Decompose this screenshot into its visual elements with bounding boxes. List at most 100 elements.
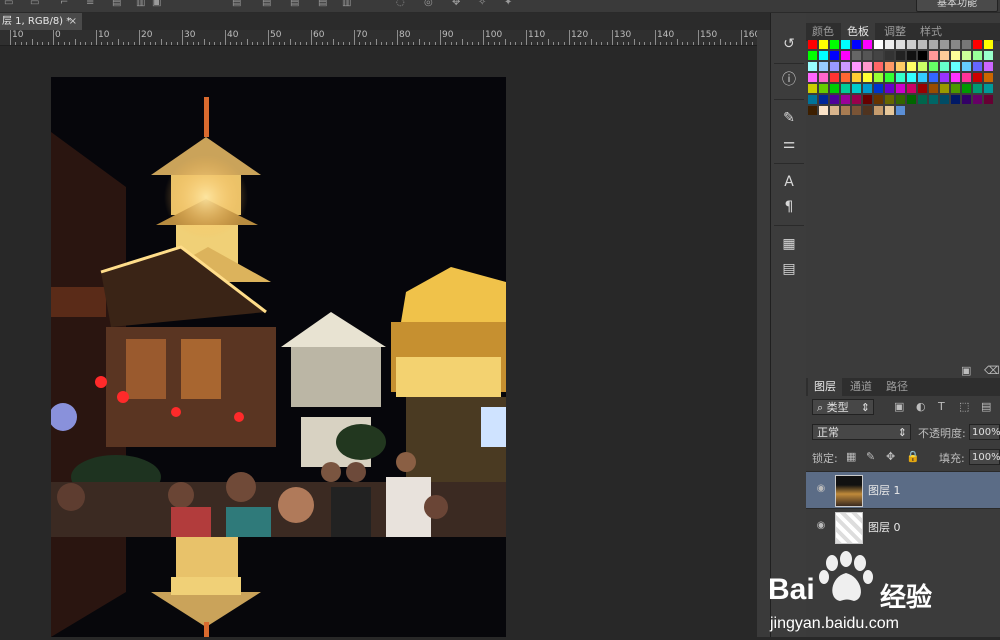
color-swatch[interactable]: [885, 95, 894, 104]
color-swatch[interactable]: [984, 62, 993, 71]
3d-mode-icon[interactable]: ◌: [396, 0, 405, 8]
3d-mode-icon[interactable]: ✧: [478, 0, 486, 8]
color-swatch[interactable]: [962, 40, 971, 49]
color-swatch[interactable]: [885, 40, 894, 49]
color-swatch[interactable]: [984, 73, 993, 82]
color-swatch[interactable]: [896, 40, 905, 49]
color-swatch[interactable]: [907, 51, 916, 60]
color-swatch[interactable]: [918, 51, 927, 60]
color-swatch[interactable]: [896, 95, 905, 104]
color-swatch[interactable]: [896, 73, 905, 82]
workspace-selector[interactable]: 基本功能: [916, 0, 998, 12]
color-swatch[interactable]: [896, 106, 905, 115]
color-swatch[interactable]: [940, 62, 949, 71]
color-swatch[interactable]: [918, 84, 927, 93]
color-swatch[interactable]: [973, 84, 982, 93]
duplicate-layer-preview[interactable]: [51, 537, 506, 637]
color-swatch[interactable]: [907, 95, 916, 104]
tool-option-icon[interactable]: ▭: [30, 0, 39, 8]
tool-option-icon[interactable]: ▭: [4, 0, 13, 8]
color-swatch[interactable]: [951, 84, 960, 93]
color-swatch[interactable]: [940, 40, 949, 49]
color-swatch[interactable]: [841, 95, 850, 104]
night-street-photo[interactable]: [51, 77, 506, 537]
color-swatch[interactable]: [808, 73, 817, 82]
color-swatch[interactable]: [896, 51, 905, 60]
color-swatch[interactable]: [830, 73, 839, 82]
tab-adjustments[interactable]: 调整: [878, 23, 912, 41]
color-swatch[interactable]: [874, 40, 883, 49]
layer-filter-select[interactable]: ⌕ 类型 ⇕: [812, 399, 874, 415]
canvas-area[interactable]: [0, 46, 757, 637]
color-swatch[interactable]: [940, 51, 949, 60]
color-swatch[interactable]: [973, 40, 982, 49]
color-swatch[interactable]: [918, 95, 927, 104]
color-swatch[interactable]: [885, 73, 894, 82]
color-swatch[interactable]: [830, 51, 839, 60]
color-swatch[interactable]: [819, 106, 828, 115]
notes-icon[interactable]: ▤: [779, 260, 799, 278]
color-swatch[interactable]: [863, 73, 872, 82]
type-filter-icon[interactable]: T: [938, 400, 945, 413]
brush-settings-icon[interactable]: ⚌: [779, 135, 799, 153]
layer-name[interactable]: 图层 1: [868, 482, 901, 498]
color-swatch[interactable]: [808, 51, 817, 60]
tool-option-icon[interactable]: ≡: [86, 0, 94, 8]
smart-filter-icon[interactable]: ▤: [981, 400, 991, 413]
color-swatch[interactable]: [830, 106, 839, 115]
color-swatch[interactable]: [962, 51, 971, 60]
tab-styles[interactable]: 样式: [914, 23, 948, 41]
color-swatch[interactable]: [841, 51, 850, 60]
color-swatch[interactable]: [863, 51, 872, 60]
color-swatch[interactable]: [962, 95, 971, 104]
color-swatch[interactable]: [852, 40, 861, 49]
pixel-filter-icon[interactable]: ▣: [894, 400, 904, 413]
color-swatch[interactable]: [973, 62, 982, 71]
color-swatch[interactable]: [852, 73, 861, 82]
new-swatch-icon[interactable]: ▣: [961, 364, 971, 377]
color-swatch[interactable]: [951, 51, 960, 60]
color-swatch[interactable]: [929, 84, 938, 93]
color-swatch[interactable]: [973, 73, 982, 82]
document-tab[interactable]: 层 1, RGB/8) * ×: [0, 13, 82, 30]
shape-filter-icon[interactable]: ⬚: [959, 400, 969, 413]
tool-option-icon[interactable]: ▤: [112, 0, 121, 8]
color-swatch[interactable]: [863, 106, 872, 115]
tool-option-icon[interactable]: ▣: [152, 0, 161, 8]
tool-option-icon[interactable]: ▥: [342, 0, 351, 8]
brush-icon[interactable]: ✎: [779, 109, 799, 127]
lock-transparency-icon[interactable]: ▦: [846, 450, 856, 463]
color-swatch[interactable]: [841, 106, 850, 115]
color-swatch[interactable]: [984, 51, 993, 60]
color-swatch[interactable]: [885, 106, 894, 115]
lock-paint-icon[interactable]: ✎: [866, 450, 875, 463]
eye-icon[interactable]: ◉: [815, 483, 827, 495]
color-swatch[interactable]: [874, 84, 883, 93]
color-swatch[interactable]: [940, 73, 949, 82]
color-swatch[interactable]: [852, 62, 861, 71]
color-swatch[interactable]: [929, 40, 938, 49]
color-swatch[interactable]: [929, 95, 938, 104]
color-swatch[interactable]: [951, 40, 960, 49]
color-swatch[interactable]: [819, 51, 828, 60]
history-icon[interactable]: ↺: [779, 35, 799, 53]
layer-name[interactable]: 图层 0: [868, 519, 901, 535]
tab-channels[interactable]: 通道: [844, 378, 878, 396]
color-swatch[interactable]: [951, 95, 960, 104]
color-swatch[interactable]: [874, 73, 883, 82]
blend-mode-select[interactable]: 正常 ⇕: [812, 424, 911, 440]
color-swatch[interactable]: [874, 106, 883, 115]
tab-paths[interactable]: 路径: [880, 378, 914, 396]
color-swatch[interactable]: [819, 40, 828, 49]
color-swatch[interactable]: [973, 95, 982, 104]
color-swatch[interactable]: [984, 95, 993, 104]
color-swatch[interactable]: [863, 84, 872, 93]
tab-layers[interactable]: 图层: [808, 378, 842, 396]
tool-option-icon[interactable]: ▥: [136, 0, 145, 8]
color-swatch[interactable]: [907, 62, 916, 71]
color-swatch[interactable]: [841, 62, 850, 71]
color-swatch[interactable]: [951, 62, 960, 71]
color-swatch[interactable]: [808, 62, 817, 71]
tool-option-icon[interactable]: ▤: [262, 0, 271, 8]
color-swatch[interactable]: [808, 84, 817, 93]
